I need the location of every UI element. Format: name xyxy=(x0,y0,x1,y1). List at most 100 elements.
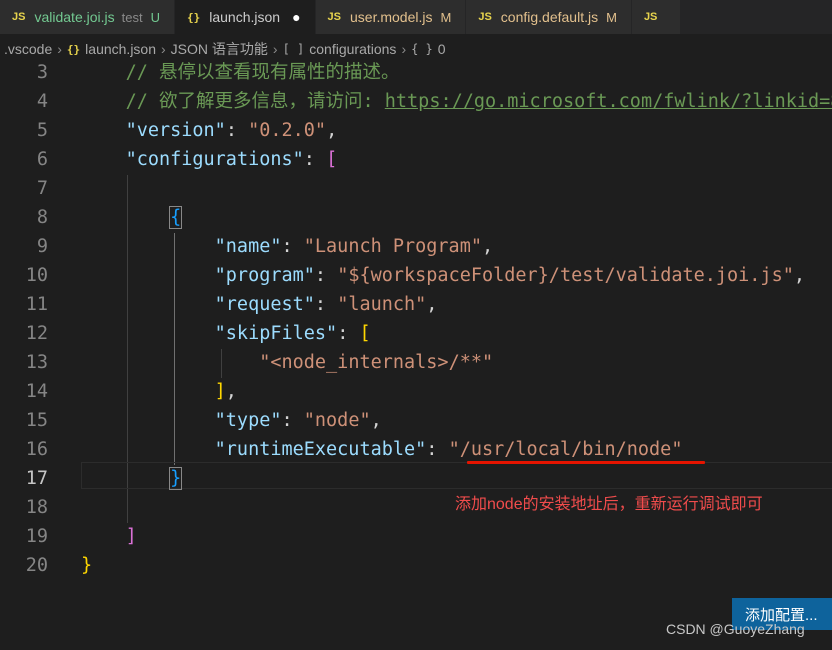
code-text: "request": "launch", xyxy=(81,290,438,319)
javascript-file-icon: JS xyxy=(327,11,341,23)
code-text: "name": "Launch Program", xyxy=(81,232,493,261)
breadcrumb-folder[interactable]: .vscode xyxy=(4,41,52,57)
code-text: "version": "0.2.0", xyxy=(81,116,338,145)
tab-validate-joi-js[interactable]: JS validate.joi.js test U xyxy=(0,0,175,34)
code-token: [ xyxy=(359,323,371,344)
code-token: } xyxy=(81,555,93,576)
tab-label: config.default.js xyxy=(500,9,599,25)
tab-launch-json[interactable]: {} launch.json ● xyxy=(174,0,316,34)
code-line: 17 } xyxy=(0,464,832,493)
line-number: 15 xyxy=(25,410,48,431)
line-number: 11 xyxy=(25,294,48,315)
code-token: "skipFiles" xyxy=(214,323,338,344)
code-token: : xyxy=(225,120,249,141)
chevron-right-icon: › xyxy=(272,41,278,57)
code-text: "skipFiles": [ xyxy=(81,319,371,348)
code-token: , xyxy=(426,294,438,315)
line-number: 6 xyxy=(36,149,48,170)
code-line: 13 "<node_internals>/**" xyxy=(0,348,832,377)
code-line: 5 "version": "0.2.0", xyxy=(0,116,832,145)
code-token: , xyxy=(793,265,805,286)
chevron-right-icon: › xyxy=(401,41,407,57)
git-status-badge: U xyxy=(150,9,160,25)
code-token: ] xyxy=(125,526,137,547)
code-token: "type" xyxy=(214,410,282,431)
code-line: 7 xyxy=(0,174,832,203)
code-line: 20} xyxy=(0,551,832,580)
code-text: // 欲了解更多信息，请访问: https://go.microsoft.com… xyxy=(81,87,832,116)
code-line: 6 "configurations": [ xyxy=(0,145,832,174)
code-text: } xyxy=(81,464,183,493)
code-token: , xyxy=(225,381,237,402)
code-text: "program": "${workspaceFolder}/test/vali… xyxy=(81,261,805,290)
code-token: { xyxy=(169,206,183,229)
chevron-right-icon: › xyxy=(161,41,166,57)
tab-overflow[interactable]: JS xyxy=(631,0,682,34)
line-number: 16 xyxy=(25,439,48,460)
code-token: : xyxy=(281,236,304,257)
code-line: 16 "runtimeExecutable": "/usr/local/bin/… xyxy=(0,435,832,464)
code-token: "Launch Program" xyxy=(303,236,482,257)
json-file-icon: {} xyxy=(186,10,201,24)
code-token: https://go.microsoft.com/fwlink/?linkid=… xyxy=(384,91,832,112)
code-token: : xyxy=(337,323,360,344)
line-number: 9 xyxy=(36,236,48,257)
code-token: "node" xyxy=(303,410,371,431)
code-line: 19 ] xyxy=(0,522,832,551)
code-token: , xyxy=(481,236,494,257)
tab-config-default-js[interactable]: JS config.default.js M xyxy=(466,0,632,34)
tab-user-model-js[interactable]: JS user.model.js M xyxy=(315,0,467,34)
code-token: "/usr/local/bin/node" xyxy=(448,439,683,460)
code-text: ], xyxy=(81,377,237,406)
unsaved-dot-icon[interactable]: ● xyxy=(292,9,300,25)
breadcrumb-array[interactable]: configurations xyxy=(309,41,396,57)
code-text: "configurations": [ xyxy=(81,145,338,174)
breadcrumb-object[interactable]: 0 xyxy=(438,41,446,57)
code-token: : xyxy=(314,265,338,286)
code-token: "<node_internals>/**" xyxy=(259,352,494,373)
line-number: 12 xyxy=(25,323,48,344)
breadcrumb-schema[interactable]: JSON 语言功能 xyxy=(171,39,268,59)
code-text: "<node_internals>/**" xyxy=(81,348,493,377)
code-token: "program" xyxy=(214,265,315,286)
line-number: 19 xyxy=(25,526,48,547)
tab-description: test xyxy=(121,9,143,25)
line-number: 13 xyxy=(25,352,48,373)
code-token: "request" xyxy=(214,294,315,315)
code-token: : xyxy=(281,410,304,431)
javascript-file-icon: JS xyxy=(643,11,658,23)
javascript-file-icon: JS xyxy=(12,11,26,23)
git-status-badge: M xyxy=(440,9,452,25)
code-line: 11 "request": "launch", xyxy=(0,290,832,319)
code-token: } xyxy=(169,467,183,490)
chevron-right-icon: › xyxy=(57,41,62,57)
code-line: 4 // 欲了解更多信息，请访问: https://go.microsoft.c… xyxy=(0,87,832,116)
code-text: "runtimeExecutable": "/usr/local/bin/nod… xyxy=(81,435,683,464)
code-editor[interactable]: 添加node的安装地址后，重新运行调试即可 3 // 悬停以查看现有属性的描述。… xyxy=(0,58,832,650)
breadcrumb-file[interactable]: launch.json xyxy=(85,41,156,57)
editor-tab-bar: JS validate.joi.js test U {} launch.json ● JS us… xyxy=(0,0,832,35)
code-token: , xyxy=(370,410,382,431)
code-token: : xyxy=(314,294,338,315)
javascript-file-icon: JS xyxy=(478,11,492,23)
object-icon: { } xyxy=(411,42,433,56)
code-text: "type": "node", xyxy=(81,406,382,435)
code-line: 10 "program": "${workspaceFolder}/test/v… xyxy=(0,261,832,290)
code-line: 18 xyxy=(0,493,832,522)
code-line: 3 // 悬停以查看现有属性的描述。 xyxy=(0,58,832,87)
json-file-icon: {} xyxy=(66,42,81,56)
array-icon: [ ] xyxy=(282,42,305,56)
